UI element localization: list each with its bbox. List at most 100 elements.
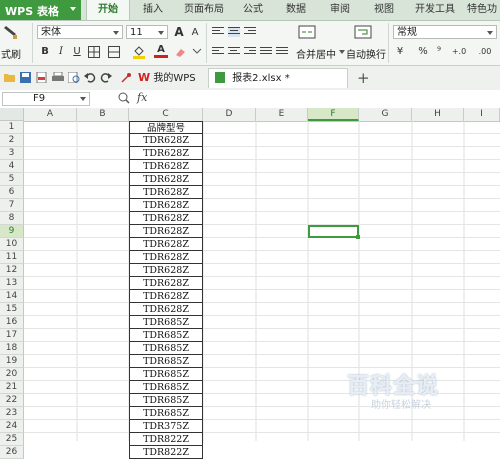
menu-tab-view[interactable]: 视图 <box>366 0 402 20</box>
menu-tab-data[interactable]: 数据 <box>278 0 314 20</box>
undo-button[interactable] <box>84 72 96 83</box>
fill-handle[interactable] <box>356 235 360 239</box>
table-cell[interactable]: TDR685Z <box>129 316 203 329</box>
font-color-button[interactable]: A <box>154 44 168 58</box>
row-header[interactable]: 21 <box>0 381 24 394</box>
row-header[interactable]: 1 <box>0 121 24 134</box>
column-header-d[interactable]: D <box>203 108 256 121</box>
row-header[interactable]: 14 <box>0 290 24 303</box>
column-header-i[interactable]: I <box>464 108 500 121</box>
table-cell[interactable]: TDR628Z <box>129 238 203 251</box>
save-button[interactable] <box>20 72 32 83</box>
row-header[interactable]: 5 <box>0 173 24 186</box>
chevron-down-icon[interactable] <box>339 50 345 54</box>
table-cell[interactable]: TDR628Z <box>129 134 203 147</box>
row-header[interactable]: 23 <box>0 407 24 420</box>
menu-tab-developer[interactable]: 开发工具 <box>410 0 460 20</box>
zoom-formula-button[interactable] <box>118 92 130 104</box>
table-cell[interactable]: TDR375Z <box>129 420 203 433</box>
table-cell[interactable]: TDR628Z <box>129 303 203 316</box>
open-folder-button[interactable] <box>4 72 16 83</box>
menu-tab-formulas[interactable]: 公式 <box>235 0 271 20</box>
row-header[interactable]: 7 <box>0 199 24 212</box>
bold-button[interactable]: B <box>38 45 52 59</box>
row-header[interactable]: 24 <box>0 420 24 433</box>
row-header[interactable]: 13 <box>0 277 24 290</box>
table-cell[interactable]: TDR628Z <box>129 147 203 160</box>
format-painter-button[interactable] <box>2 24 26 42</box>
column-header-b[interactable]: B <box>77 108 129 121</box>
row-header[interactable]: 8 <box>0 212 24 225</box>
insert-function-button[interactable]: fx <box>137 91 147 104</box>
row-header[interactable]: 15 <box>0 303 24 316</box>
row-header[interactable]: 10 <box>0 238 24 251</box>
table-cell[interactable]: TDR822Z <box>129 433 203 446</box>
table-cell[interactable]: TDR685Z <box>129 368 203 381</box>
row-header[interactable]: 16 <box>0 316 24 329</box>
column-header-h[interactable]: H <box>412 108 464 121</box>
table-cell[interactable]: TDR628Z <box>129 277 203 290</box>
table-cell[interactable]: TDR822Z <box>129 446 203 459</box>
number-format-select[interactable]: 常规 <box>393 25 497 39</box>
column-header-e[interactable]: E <box>256 108 308 121</box>
borders-button[interactable] <box>88 46 100 58</box>
header-cell[interactable]: 品牌型号 <box>129 121 203 134</box>
new-tab-icon[interactable]: + <box>357 68 370 88</box>
grow-font-button[interactable]: A <box>172 25 186 39</box>
row-header[interactable]: 11 <box>0 251 24 264</box>
align-bottom-button[interactable] <box>244 27 256 37</box>
table-cell[interactable]: TDR628Z <box>129 251 203 264</box>
row-header[interactable]: 9 <box>0 225 24 238</box>
selected-cell-f9[interactable] <box>308 225 360 239</box>
row-header[interactable]: 26 <box>0 446 24 459</box>
menu-tab-review[interactable]: 审阅 <box>322 0 358 20</box>
menu-tab-features[interactable]: 特色功 <box>464 0 500 20</box>
merge-center-button[interactable] <box>298 24 316 42</box>
table-cell[interactable]: TDR628Z <box>129 173 203 186</box>
row-header[interactable]: 17 <box>0 329 24 342</box>
align-right-button[interactable] <box>244 47 256 57</box>
percent-button[interactable]: % <box>416 45 430 59</box>
table-cell[interactable]: TDR628Z <box>129 290 203 303</box>
merge-cells-button[interactable] <box>108 46 120 58</box>
table-cell[interactable]: TDR628Z <box>129 199 203 212</box>
row-header[interactable]: 2 <box>0 134 24 147</box>
row-header[interactable]: 3 <box>0 147 24 160</box>
row-header[interactable]: 20 <box>0 368 24 381</box>
table-cell[interactable]: TDR628Z <box>129 212 203 225</box>
align-left-button[interactable] <box>212 47 224 57</box>
fill-color-button[interactable] <box>132 45 146 59</box>
tab-my-wps[interactable]: W 我的WPS × <box>136 68 206 104</box>
column-header-a[interactable]: A <box>24 108 77 121</box>
row-header[interactable]: 6 <box>0 186 24 199</box>
justify-button[interactable] <box>260 47 272 57</box>
clipboard-dropdown[interactable] <box>192 46 202 56</box>
clear-format-button[interactable] <box>174 46 186 58</box>
table-cell[interactable]: TDR685Z <box>129 342 203 355</box>
comma-style-button[interactable]: ⁹ <box>432 45 446 59</box>
decrease-decimal-button[interactable]: .00 <box>474 45 496 59</box>
row-header[interactable]: 4 <box>0 160 24 173</box>
wrap-text-button[interactable] <box>354 24 372 42</box>
table-cell[interactable]: TDR628Z <box>129 264 203 277</box>
table-cell[interactable]: TDR628Z <box>129 186 203 199</box>
italic-button[interactable]: I <box>54 45 68 59</box>
column-header-f[interactable]: F <box>308 108 359 121</box>
align-center-button[interactable] <box>228 47 240 57</box>
table-cell[interactable]: TDR685Z <box>129 407 203 420</box>
menu-tab-insert[interactable]: 插入 <box>135 0 171 20</box>
table-cell[interactable]: TDR685Z <box>129 394 203 407</box>
shrink-font-button[interactable]: A <box>188 26 202 40</box>
table-cell[interactable]: TDR685Z <box>129 355 203 368</box>
align-middle-button[interactable] <box>228 27 240 37</box>
customize-toolbar-button[interactable] <box>120 72 132 83</box>
menu-tab-page-layout[interactable]: 页面布局 <box>176 0 232 20</box>
font-name-select[interactable]: 宋体 <box>37 25 123 39</box>
formula-input[interactable] <box>156 92 496 106</box>
menu-tab-home[interactable]: 开始 <box>86 0 130 20</box>
tab-report-workbook[interactable]: 报表2.xlsx * <box>208 68 348 88</box>
app-menu-button[interactable]: WPS 表格 <box>0 0 81 20</box>
export-pdf-button[interactable] <box>36 71 48 84</box>
column-header-c[interactable]: C <box>129 108 203 121</box>
row-header[interactable]: 25 <box>0 433 24 446</box>
